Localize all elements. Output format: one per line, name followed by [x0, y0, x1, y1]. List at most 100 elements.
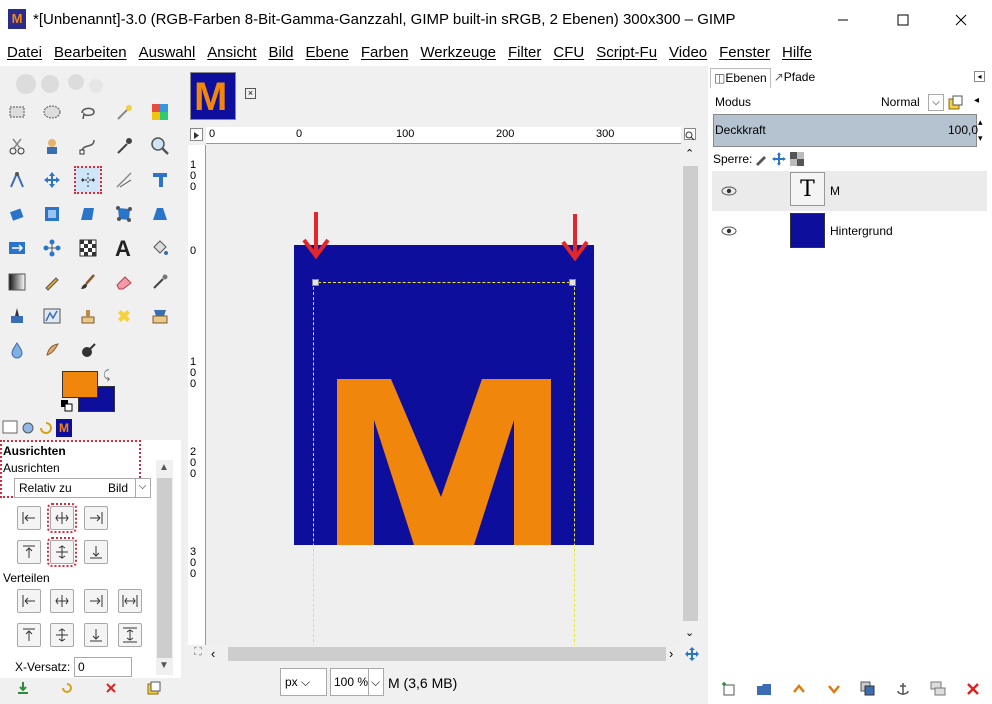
maximize-button[interactable]: [880, 6, 926, 34]
scroll-up-icon[interactable]: ⌃: [685, 147, 694, 160]
x-offset-input[interactable]: 0: [74, 657, 132, 677]
lock-position-icon[interactable]: [772, 152, 786, 166]
crop-tool[interactable]: [112, 168, 136, 192]
opacity-spinner[interactable]: ▴ ▾: [978, 114, 988, 147]
merge-down-icon[interactable]: [930, 681, 946, 697]
zoom-tool[interactable]: [148, 134, 172, 158]
menu-werkzeuge[interactable]: Werkzeuge: [414, 40, 502, 66]
layer-thumbnail-text[interactable]: T: [790, 172, 825, 206]
dock-menu-icon[interactable]: ◂: [974, 71, 985, 82]
images-tab[interactable]: M: [56, 419, 72, 437]
anchor-layer-icon[interactable]: [895, 681, 911, 697]
menu-bearbeiten[interactable]: Bearbeiten: [48, 40, 133, 66]
lock-pixels-icon[interactable]: [754, 152, 768, 166]
tab-pfade[interactable]: ↗Pfade: [771, 68, 818, 88]
distribute-right-button[interactable]: [84, 589, 108, 613]
image-tab-thumbnail[interactable]: M: [190, 72, 236, 120]
fuzzy-select-tool[interactable]: [112, 100, 136, 124]
paths-tool[interactable]: [76, 134, 100, 158]
blur-tool[interactable]: [5, 338, 29, 362]
layer-thumbnail-background[interactable]: [790, 213, 825, 248]
navigate-icon[interactable]: ⛶: [194, 646, 202, 659]
color-select-tool[interactable]: [148, 100, 172, 124]
foreground-select-tool[interactable]: [40, 134, 64, 158]
measure-tool[interactable]: [5, 168, 29, 192]
mode-select[interactable]: Normal: [881, 95, 920, 109]
cage-transform-tool[interactable]: [112, 202, 136, 226]
scale-tool[interactable]: [40, 202, 64, 226]
scroll-down-icon[interactable]: ⌄: [685, 626, 694, 639]
layer-name-m[interactable]: M: [830, 184, 840, 198]
distribute-middle-button[interactable]: [50, 623, 74, 647]
dodge-burn-tool[interactable]: [76, 338, 100, 362]
layer-name-hintergrund[interactable]: Hintergrund: [830, 224, 893, 238]
menu-filter[interactable]: Filter: [502, 40, 547, 66]
text-tool[interactable]: A: [112, 236, 136, 260]
smudge-tool[interactable]: [40, 338, 64, 362]
undo-history-tab[interactable]: [38, 419, 54, 437]
shear-tool[interactable]: [76, 202, 100, 226]
color-picker-tool[interactable]: [112, 134, 136, 158]
ellipse-select-tool[interactable]: [40, 100, 64, 124]
lower-layer-icon[interactable]: [826, 681, 842, 697]
perspective-tool[interactable]: [148, 202, 172, 226]
align-tool[interactable]: [74, 166, 102, 194]
close-image-tab-icon[interactable]: ×: [245, 88, 256, 99]
layer-row-m[interactable]: [712, 171, 987, 211]
flip-tool[interactable]: [5, 236, 29, 260]
eye-icon[interactable]: [721, 225, 737, 237]
menu-datei[interactable]: Datei: [0, 40, 48, 66]
distribute-bottom-button[interactable]: [84, 623, 108, 647]
swap-colors-icon[interactable]: ⤹: [103, 368, 110, 383]
align-left-button[interactable]: [17, 506, 41, 530]
heal-tool[interactable]: [112, 304, 136, 328]
scissors-tool[interactable]: [5, 134, 29, 158]
scroll-down-icon[interactable]: ▼: [159, 660, 169, 671]
move-tool[interactable]: [40, 168, 64, 192]
mypaint-brush-tool[interactable]: [40, 304, 64, 328]
align-target-handle[interactable]: [312, 279, 319, 286]
clone-tool[interactable]: [76, 304, 100, 328]
restore-options-button[interactable]: [60, 681, 74, 698]
tool-options-tab[interactable]: [2, 419, 18, 437]
relative-to-select[interactable]: Relativ zu Bild ⌵: [14, 478, 151, 498]
align-panel-scrollbar[interactable]: ▲ ▼: [156, 460, 173, 675]
menu-fenster[interactable]: Fenster: [713, 40, 776, 66]
new-layer-group-icon[interactable]: [756, 681, 772, 697]
scroll-right-icon[interactable]: ›: [669, 646, 673, 661]
align-middle-button[interactable]: [47, 537, 77, 567]
distribute-top-button[interactable]: [17, 623, 41, 647]
distribute-horizontal-button[interactable]: [118, 589, 142, 613]
zoom-select[interactable]: 100 % ⌵: [330, 668, 384, 696]
lasso-tool[interactable]: [76, 100, 100, 124]
blend-tool[interactable]: [76, 236, 100, 260]
paintbrush-tool[interactable]: [76, 270, 100, 294]
eraser-tool[interactable]: [112, 270, 136, 294]
chevron-down-icon[interactable]: ⌵: [928, 94, 944, 111]
distribute-left-button[interactable]: [17, 589, 41, 613]
distribute-vertical-button[interactable]: [118, 623, 142, 647]
delete-options-button[interactable]: [104, 681, 118, 698]
align-center-button[interactable]: [47, 503, 77, 533]
align-target-handle[interactable]: [569, 279, 576, 286]
perspective-clone-tool[interactable]: [148, 304, 172, 328]
menu-bild[interactable]: Bild: [263, 40, 300, 66]
distribute-center-button[interactable]: [50, 589, 74, 613]
menu-farben[interactable]: Farben: [355, 40, 415, 66]
tab-ebenen[interactable]: ◫Ebenen: [710, 68, 771, 88]
align-bottom-button[interactable]: [84, 540, 108, 564]
raise-layer-icon[interactable]: [791, 681, 807, 697]
quick-mask-toggle[interactable]: [190, 128, 203, 141]
vertical-scroll-thumb[interactable]: [683, 166, 698, 621]
gradient-tool[interactable]: [5, 270, 29, 294]
menu-auswahl[interactable]: Auswahl: [133, 40, 202, 66]
duplicate-layer-icon[interactable]: [860, 681, 876, 697]
foreground-color-overlay[interactable]: [62, 371, 98, 398]
unit-select[interactable]: px ⌵: [280, 668, 327, 696]
scroll-up-icon[interactable]: ▲: [159, 462, 169, 473]
eye-icon[interactable]: [721, 185, 737, 197]
menu-ansicht[interactable]: Ansicht: [201, 40, 262, 66]
close-button[interactable]: [938, 6, 984, 34]
align-right-button[interactable]: [84, 506, 108, 530]
device-status-tab[interactable]: [20, 419, 36, 437]
